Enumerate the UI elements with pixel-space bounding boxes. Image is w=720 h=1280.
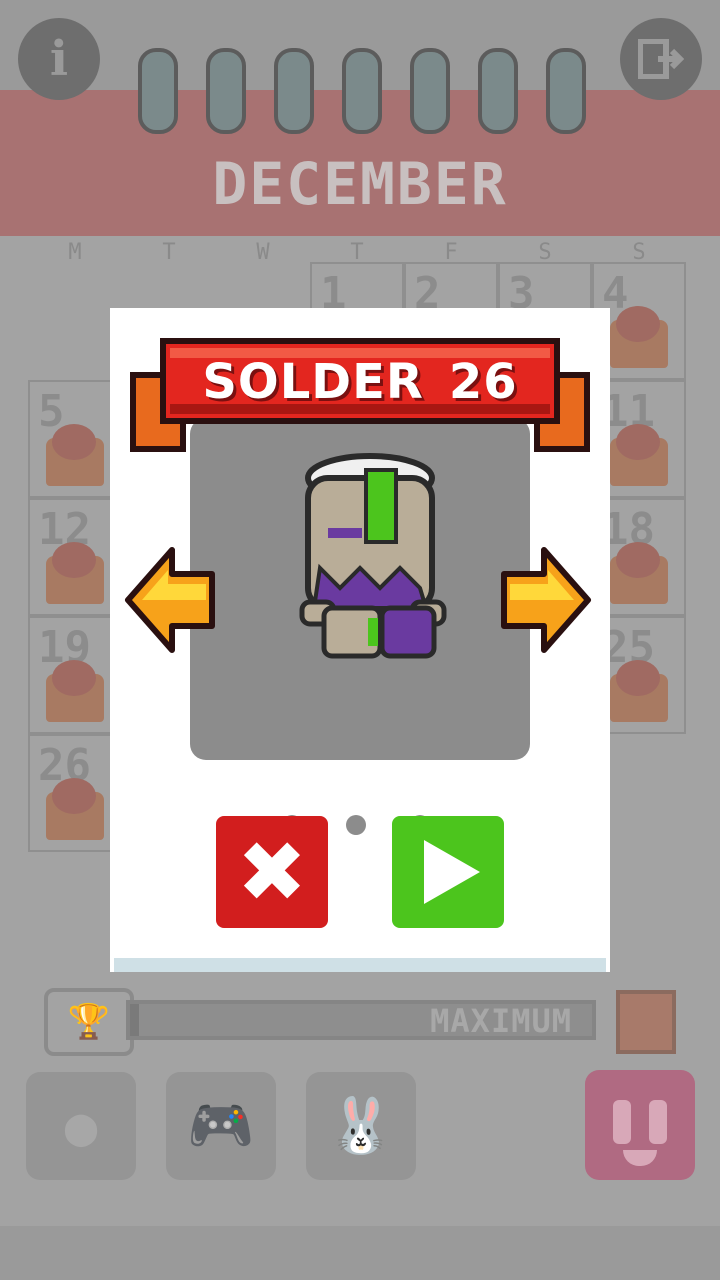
user-icon: ● bbox=[64, 1094, 98, 1158]
face-eye bbox=[649, 1100, 667, 1144]
cake-icon bbox=[610, 306, 668, 368]
progress-bar: MAXIMUM bbox=[126, 1000, 596, 1040]
calendar-day[interactable]: 19 bbox=[28, 616, 122, 734]
weekday-label: M bbox=[68, 240, 82, 265]
binder-ring bbox=[274, 48, 314, 134]
cake-icon bbox=[610, 660, 668, 722]
binder-ring bbox=[478, 48, 518, 134]
close-button[interactable]: ✖ bbox=[216, 816, 328, 928]
profile-button[interactable]: ● bbox=[26, 1072, 136, 1180]
binder-ring bbox=[342, 48, 382, 134]
bunny-icon: 🐰 bbox=[327, 1094, 395, 1157]
gamepad-icon: 🎮 bbox=[187, 1094, 255, 1157]
info-icon: i bbox=[49, 31, 69, 87]
month-title: DECEMBER bbox=[212, 150, 508, 218]
dialog-footer bbox=[114, 958, 606, 972]
arrow-right-button[interactable] bbox=[500, 544, 592, 656]
cake-icon bbox=[46, 778, 104, 840]
level-dialog: SOLDER_26 ✖ bbox=[110, 308, 610, 972]
progress-label: MAXIMUM bbox=[430, 1002, 572, 1040]
progress-fill bbox=[130, 1004, 140, 1036]
level-name: SOLDER_26 bbox=[202, 354, 518, 410]
cake-icon bbox=[46, 542, 104, 604]
binder-ring bbox=[138, 48, 178, 134]
calendar-day[interactable]: 12 bbox=[28, 498, 122, 616]
calendar-day[interactable]: 5 bbox=[28, 380, 122, 498]
gamepad-button[interactable]: 🎮 bbox=[166, 1072, 276, 1180]
face-eye bbox=[613, 1100, 631, 1144]
cake-icon bbox=[46, 660, 104, 722]
face-mouth bbox=[623, 1150, 657, 1166]
cake-icon bbox=[610, 542, 668, 604]
info-button[interactable]: i bbox=[18, 18, 100, 100]
character-button[interactable]: 🐰 bbox=[306, 1072, 416, 1180]
play-button[interactable] bbox=[392, 816, 504, 928]
weekday-label: T bbox=[162, 240, 176, 265]
exit-icon bbox=[638, 39, 684, 79]
binder-ring bbox=[546, 48, 586, 134]
calendar-day[interactable]: 26 bbox=[28, 734, 122, 852]
exit-button[interactable] bbox=[620, 18, 702, 100]
camera-icon bbox=[330, 806, 382, 844]
binder-ring bbox=[410, 48, 450, 134]
character-sprite bbox=[299, 453, 447, 659]
cake-icon bbox=[610, 424, 668, 486]
weekday-label: W bbox=[256, 240, 270, 265]
close-icon: ✖ bbox=[236, 823, 308, 921]
level-name-banner: SOLDER_26 bbox=[160, 338, 560, 424]
cake-icon bbox=[46, 424, 104, 486]
character-panel bbox=[190, 418, 530, 844]
arrow-left-button[interactable] bbox=[124, 544, 216, 656]
gift-icon[interactable] bbox=[616, 990, 676, 1054]
trophy-icon: 🏆 bbox=[44, 988, 134, 1056]
binder-ring bbox=[206, 48, 246, 134]
face-button[interactable] bbox=[585, 1070, 695, 1180]
play-icon bbox=[424, 840, 480, 904]
